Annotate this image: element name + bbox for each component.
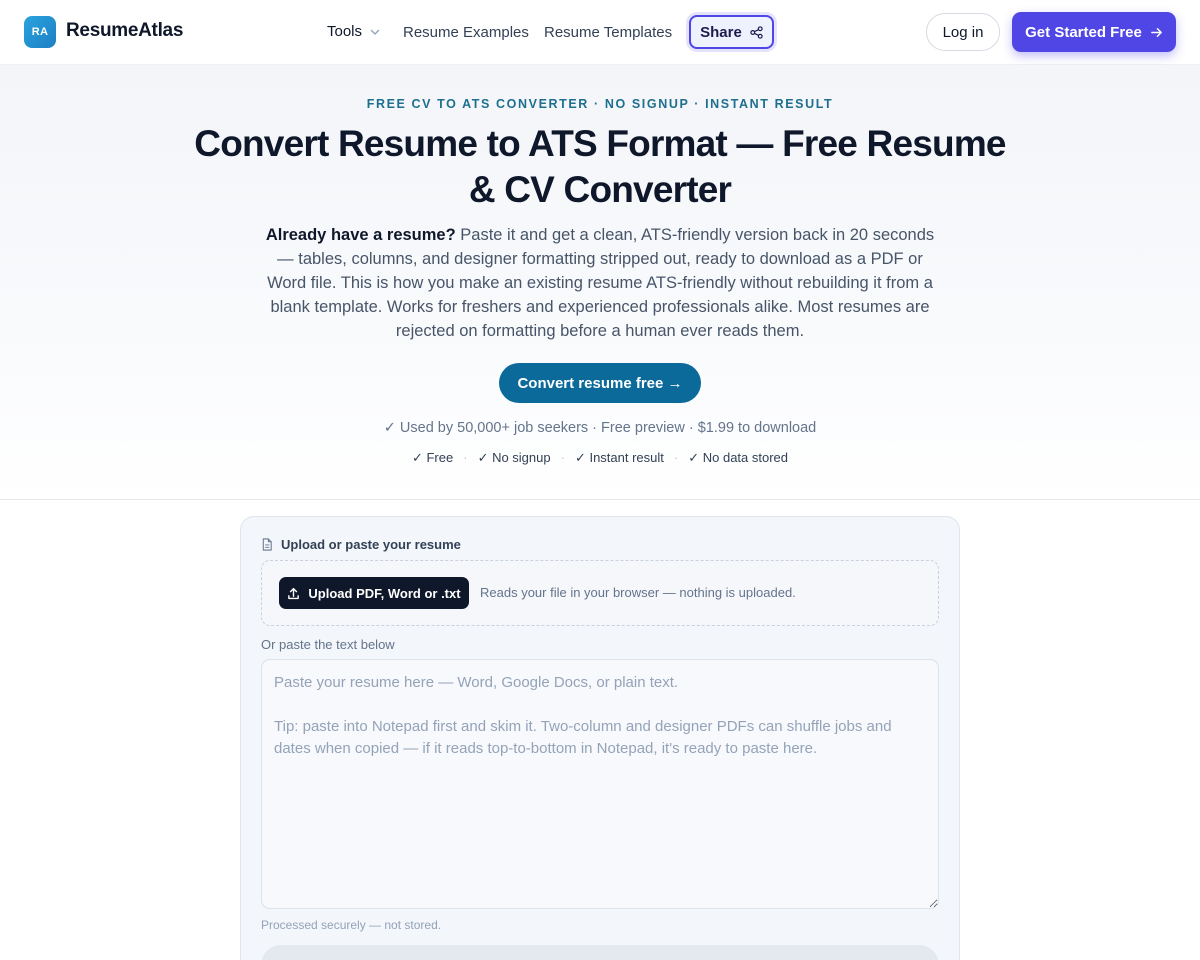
logo-badge[interactable]: RA (24, 16, 56, 48)
submit-button[interactable] (261, 945, 939, 960)
social-proof-text: ✓ Used by 50,000+ job seekers · Free pre… (383, 420, 817, 436)
hero-description-lead: Already have a resume? (265, 226, 456, 244)
get-started-button[interactable]: Get Started Free (1012, 12, 1176, 52)
share-button-label: Share (700, 23, 742, 41)
hero-description: Already have a resume? Paste it and get … (258, 223, 942, 343)
badge-separator: · (560, 450, 565, 465)
share-button[interactable]: Share (689, 15, 774, 49)
chevron-down-icon (370, 29, 380, 35)
upload-file-button[interactable]: Upload PDF, Word or .txt (279, 577, 469, 609)
nav-tools-label: Tools (327, 23, 363, 40)
brand-name[interactable]: ResumeAtlas (66, 20, 183, 42)
card-label-text: Upload or paste your resume (281, 537, 461, 552)
hero-section: FREE CV TO ATS CONVERTER · NO SIGNUP · I… (0, 65, 1200, 500)
badge-free: ✓ Free (411, 450, 454, 465)
arrow-right-icon (1150, 27, 1162, 37)
trust-badges: ✓ Free · ✓ No signup · ✓ Instant result … (0, 450, 1200, 466)
processed-securely-note: Processed securely — not stored. (261, 918, 442, 932)
login-button[interactable]: Log in (926, 13, 1000, 51)
upload-icon (288, 587, 300, 599)
converter-card: Upload or paste your resume Upload PDF, … (240, 516, 960, 960)
page-title: Convert Resume to ATS Format — Free Resu… (194, 123, 1006, 210)
convert-resume-button[interactable]: Convert resume free → (499, 363, 701, 403)
nav-tools-dropdown[interactable]: Tools (327, 23, 380, 40)
hero-eyebrow: FREE CV TO ATS CONVERTER · NO SIGNUP · I… (366, 97, 834, 111)
badge-instant-result: ✓ Instant result (574, 450, 664, 465)
card-label: Upload or paste your resume (261, 537, 461, 552)
nav-resume-examples[interactable]: Resume Examples (403, 24, 529, 41)
nav-resume-templates[interactable]: Resume Templates (544, 24, 672, 41)
badge-no-data-stored: ✓ No data stored (688, 450, 789, 465)
site-header: RA ResumeAtlas Tools Resume Examples Res… (0, 0, 1200, 65)
document-icon (262, 538, 272, 551)
paste-label: Or paste the text below (261, 637, 395, 652)
upload-dropzone[interactable]: Upload PDF, Word or .txt Reads your file… (261, 560, 939, 626)
badge-no-signup: ✓ No signup (477, 450, 551, 465)
upload-privacy-note: Reads your file in your browser — nothin… (480, 585, 796, 600)
upload-file-label: Upload PDF, Word or .txt (308, 585, 461, 601)
badge-separator: · (673, 450, 679, 465)
get-started-label: Get Started Free (1025, 23, 1142, 41)
resume-text-input[interactable] (261, 659, 939, 909)
badge-separator: · (463, 450, 468, 465)
share-icon (750, 25, 763, 39)
